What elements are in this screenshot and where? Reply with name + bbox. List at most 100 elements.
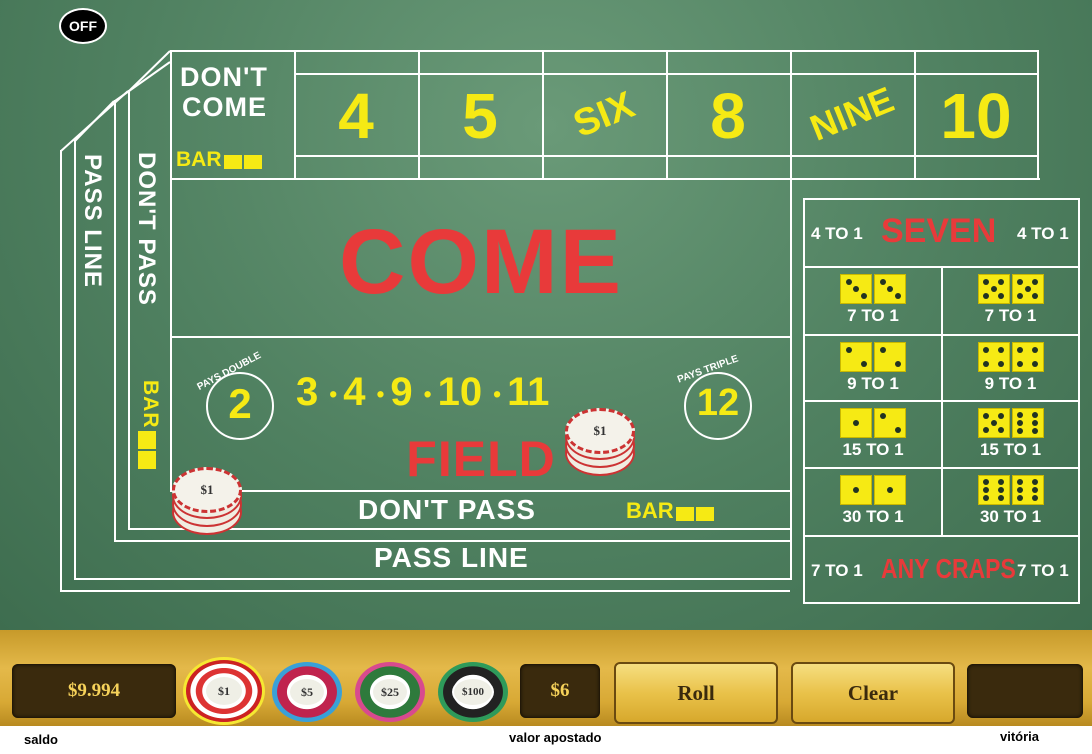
control-bar: $9.994 $1 $5 $25 $100 $6 Roll Clear [0,630,1092,726]
seven-bet[interactable]: 4 TO 1 SEVEN 4 TO 1 [805,200,1078,266]
dont-come-bet-area[interactable]: DON'T COME BAR [172,52,294,178]
dont-come-bar: BAR [176,148,262,172]
die-icon [840,274,872,304]
hardway-odds-label: 15 TO 1 [979,440,1042,459]
chip-25-label: $25 [381,685,399,699]
die-icon [874,274,906,304]
any-craps-bet[interactable]: 7 TO 1 ANY CRAPS 7 TO 1 [805,537,1078,603]
die-icon [874,408,906,438]
bet-amount-value: $6 [550,680,570,701]
pass-line-label: PASS LINE [374,542,529,573]
roll-label: Roll [677,681,715,705]
dont-pass-bar: BAR [626,498,714,524]
chip-25-selector[interactable]: $25 [355,662,425,722]
any-craps-label: ANY CRAPS [881,553,1016,584]
come-bet-area[interactable]: COME [172,180,790,336]
craps-table: OFF DON'T COME BAR 4 5 SIX 8 NINE 10 COM… [0,0,1092,630]
hardway-bet[interactable]: 7 TO 1 [805,274,941,334]
dice-pair-icon [805,342,941,372]
hardway-bet[interactable]: 30 TO 1 [943,475,1078,535]
placed-chip-field-label: $1 [593,423,607,438]
die-icon [1011,274,1044,304]
chip-1-selector[interactable]: $1 [186,660,262,722]
chip-5-label: $5 [301,685,313,699]
any-craps-right-odds: 7 TO 1 [1017,561,1069,580]
place-number-5[interactable]: 5 [420,78,540,154]
dice-pair-icon [805,274,941,304]
die-icon [1011,408,1044,438]
win-display [967,664,1083,718]
dice-pair-icon [805,408,941,438]
seven-label: SEVEN [881,212,997,250]
chip-5-selector[interactable]: $5 [272,662,342,722]
balance-value: $9.994 [67,680,121,701]
balance-caption: saldo [24,732,58,747]
win-caption: vitória [1000,729,1040,744]
field-label: FIELD [406,431,556,487]
hardway-odds-label: 9 TO 1 [847,374,899,393]
dont-come-line2: COME [182,92,267,122]
bet-amount-display: $6 [520,664,600,718]
balance-display: $9.994 [12,664,176,718]
chip-100-selector[interactable]: $100 [438,662,508,722]
hardway-odds-label: 9 TO 1 [984,374,1037,393]
seven-right-odds: 4 TO 1 [1017,224,1069,243]
field-number-4: 4 [343,370,366,414]
roll-button[interactable]: Roll [614,662,778,724]
come-label: COME [339,211,623,313]
hardway-odds-label: 30 TO 1 [842,507,904,526]
die-icon [874,342,906,372]
die-icon [1011,475,1044,505]
dont-come-line1: DON'T [180,62,268,92]
pass-line-area[interactable]: PASS LINE [116,542,790,578]
place-number-8[interactable]: 8 [668,78,788,154]
chip-1-label: $1 [218,684,230,698]
place-number-10[interactable]: 10 [916,78,1036,154]
field-number-3: 3 [296,370,319,414]
field-number-9: 9 [390,370,413,414]
clear-label: Clear [847,681,899,705]
vertical-dont-pass-label: DON'T PASS [133,152,160,306]
clear-button[interactable]: Clear [791,662,955,724]
hardway-bet[interactable]: 15 TO 1 [943,408,1078,468]
field-bet-area[interactable]: 2 PAYS DOUBLE 3 • 4 • 9 • 10 • 11 12 PAY… [172,338,790,490]
dice-pair-icon [805,475,941,505]
field-triple-number: 12 [696,382,740,424]
hardway-odds-label: 7 TO 1 [847,306,899,325]
field-number-11: 11 [507,370,550,414]
dice-pair-icon [943,408,1078,438]
hardway-bet[interactable]: 9 TO 1 [805,342,941,402]
vertical-pass-line-area[interactable]: PASS LINE [76,150,114,580]
hardway-odds-label: 15 TO 1 [842,440,904,459]
vertical-pass-line-label: PASS LINE [79,154,106,288]
hardway-bet[interactable]: 30 TO 1 [805,475,941,535]
placed-chip-pass-line[interactable]: $1 [172,467,242,537]
hardway-odds-label: 30 TO 1 [979,507,1042,526]
die-icon [840,475,872,505]
dice-pair-icon [943,342,1078,372]
place-number-4[interactable]: 4 [296,78,416,154]
field-number-10: 10 [437,370,483,414]
any-craps-left-odds: 7 TO 1 [811,561,863,580]
bet-caption: valor apostado [509,730,602,745]
hardway-bet[interactable]: 7 TO 1 [943,274,1078,334]
placed-chip-field[interactable]: $1 [565,408,635,478]
seven-left-odds: 4 TO 1 [811,224,863,243]
die-icon [874,475,906,505]
vertical-dont-pass-area[interactable]: DON'T PASS BAR [130,150,168,490]
die-icon [977,408,1010,438]
die-icon [977,342,1010,372]
dice-pair-icon [943,475,1078,505]
placed-chip-pass-line-label: $1 [200,482,214,497]
hardway-odds-label: 7 TO 1 [984,306,1037,325]
die-icon [977,475,1010,505]
die-icon [840,408,872,438]
field-double-number: 2 [228,380,252,427]
die-icon [1011,342,1044,372]
dont-pass-label: DON'T PASS [358,494,536,525]
hardway-bet[interactable]: 15 TO 1 [805,408,941,468]
chip-100-label: $100 [462,686,484,698]
dice-pair-icon [943,274,1078,304]
hardway-bet[interactable]: 9 TO 1 [943,342,1078,402]
vertical-bar: BAR [138,380,162,469]
